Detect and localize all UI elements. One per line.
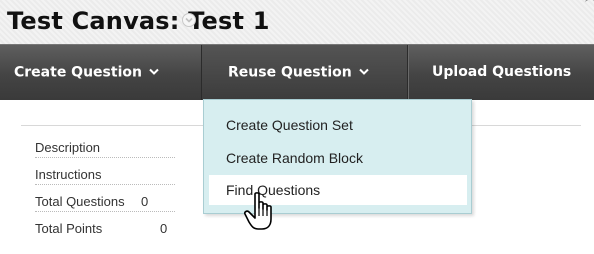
total-questions-row: Total Questions 0 (35, 194, 195, 212)
page-header: Test Canvas: Test 1 ⌒ (0, 0, 594, 44)
chevron-down-icon (149, 45, 159, 100)
total-points-row: Total Points 0 (35, 221, 195, 239)
page-title: Test Canvas: Test 1 (7, 7, 270, 35)
row-separator (35, 184, 175, 185)
hand-pointer-cursor (243, 191, 277, 238)
menu-item-create-question-set[interactable]: Create Question Set (204, 110, 471, 140)
action-divider (407, 45, 408, 100)
title-menu-chevron-icon[interactable] (182, 13, 196, 27)
total-questions-value: 0 (141, 194, 149, 209)
reuse-question-label: Reuse Question (228, 64, 352, 81)
action-bar: Create Question Reuse Question Upload Qu… (0, 44, 594, 100)
total-points-value: 0 (160, 221, 168, 236)
create-question-button[interactable]: Create Question (14, 45, 159, 100)
instructions-label: Instructions (35, 167, 102, 182)
menu-item-create-random-block[interactable]: Create Random Block (204, 143, 471, 173)
instructions-row: Instructions (35, 167, 195, 185)
upload-questions-button[interactable]: Upload Questions (432, 45, 571, 100)
row-separator (35, 157, 175, 158)
chevron-down-icon (359, 45, 369, 100)
total-points-label: Total Points (35, 221, 103, 236)
corner-fragment: ⌒ (585, 0, 594, 11)
description-row: Description (35, 140, 195, 158)
reuse-question-button[interactable]: Reuse Question (202, 45, 407, 100)
total-questions-label: Total Questions (35, 194, 125, 209)
description-label: Description (35, 140, 101, 155)
create-question-label: Create Question (14, 64, 142, 81)
row-separator (35, 211, 175, 212)
